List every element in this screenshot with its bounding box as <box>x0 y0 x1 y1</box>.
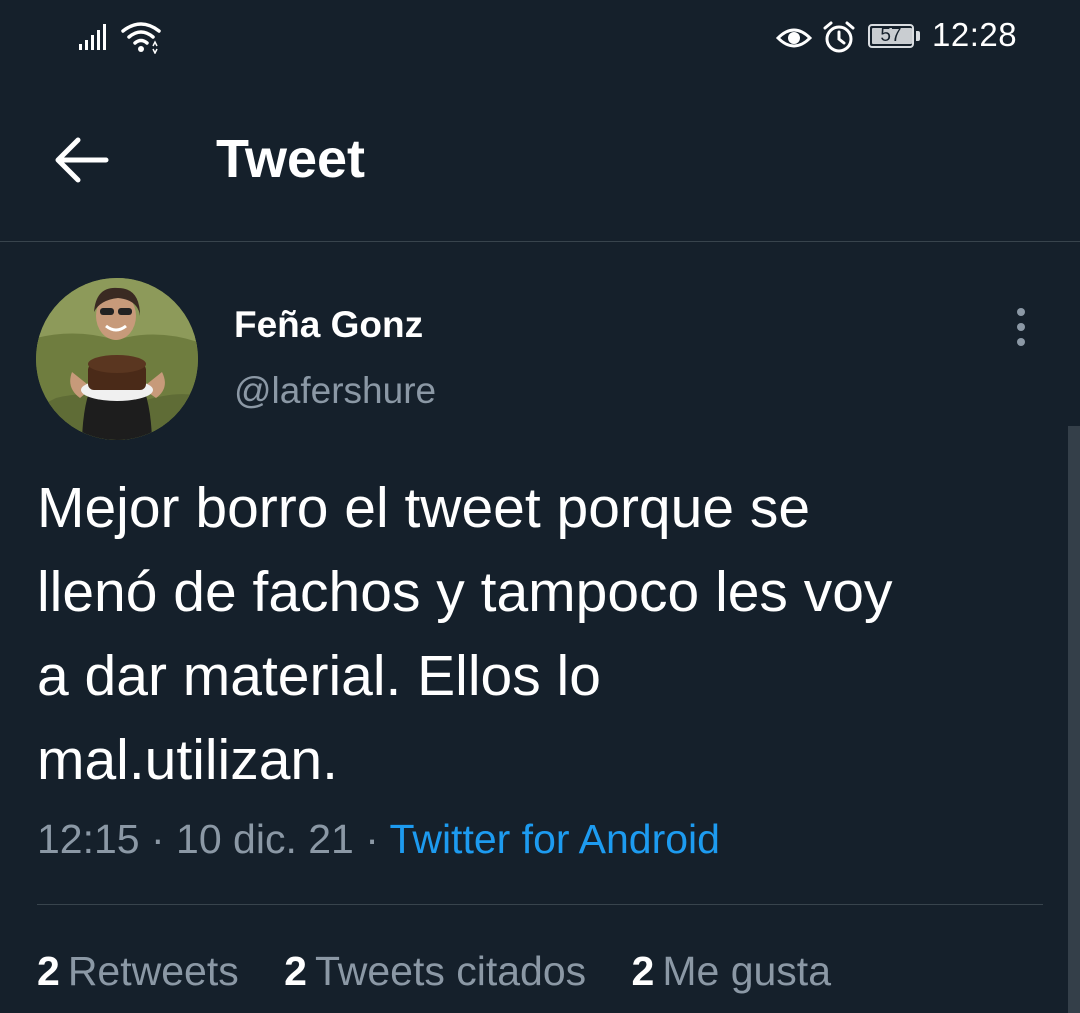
divider <box>37 904 1043 905</box>
tweet-meta: 12:15 · 10 dic. 21 · Twitter for Android <box>37 816 720 863</box>
battery-icon: 57 <box>868 24 920 50</box>
status-bar: 57 12:28 <box>0 0 1080 80</box>
scrollbar[interactable] <box>1068 426 1080 1013</box>
retweets-label: Retweets <box>67 948 239 994</box>
tweet-stats: 2 Retweets 2 Tweets citados 2 Me gusta <box>37 948 865 995</box>
wifi-icon <box>121 22 161 54</box>
likes-label: Me gusta <box>662 948 832 994</box>
back-button[interactable] <box>50 132 114 188</box>
likes-count: 2 <box>631 948 655 994</box>
avatar-photo <box>36 278 198 440</box>
tweet-date: 10 dic. 21 <box>176 816 354 862</box>
quote-tweets-count: 2 <box>284 948 307 994</box>
retweets-stat[interactable]: 2 Retweets <box>37 948 239 995</box>
top-app-bar: Tweet <box>0 80 1080 242</box>
tweet-source-link[interactable]: Twitter for Android <box>390 816 720 862</box>
page-title: Tweet <box>216 129 366 189</box>
author-username[interactable]: @lafershure <box>234 370 436 412</box>
battery-level: 57 <box>880 25 902 46</box>
signal-icon <box>79 24 106 50</box>
retweets-count: 2 <box>37 948 60 994</box>
arrow-left-icon <box>55 137 109 183</box>
eye-icon <box>776 28 812 48</box>
alarm-icon <box>823 21 855 53</box>
tweet-time: 12:15 <box>37 816 140 862</box>
meta-separator: · <box>139 816 177 862</box>
more-vertical-icon <box>1017 308 1025 346</box>
tweet-text: Mejor borro el tweet porque se llenó de … <box>37 476 893 792</box>
author-display-name[interactable]: Feña Gonz <box>234 304 423 346</box>
status-time: 12:28 <box>932 16 1018 53</box>
likes-stat[interactable]: 2 Me gusta <box>632 948 831 995</box>
quote-tweets-label: Tweets citados <box>314 948 587 994</box>
meta-separator: · <box>353 816 390 862</box>
more-options-button[interactable] <box>1004 304 1038 350</box>
quote-tweets-stat[interactable]: 2 Tweets citados <box>284 948 586 995</box>
avatar[interactable] <box>36 278 198 440</box>
battery-tip <box>916 31 920 41</box>
tweet-detail-screen: 57 12:28 Tweet Feña Gonz @lafershure Mej… <box>0 0 1080 1013</box>
